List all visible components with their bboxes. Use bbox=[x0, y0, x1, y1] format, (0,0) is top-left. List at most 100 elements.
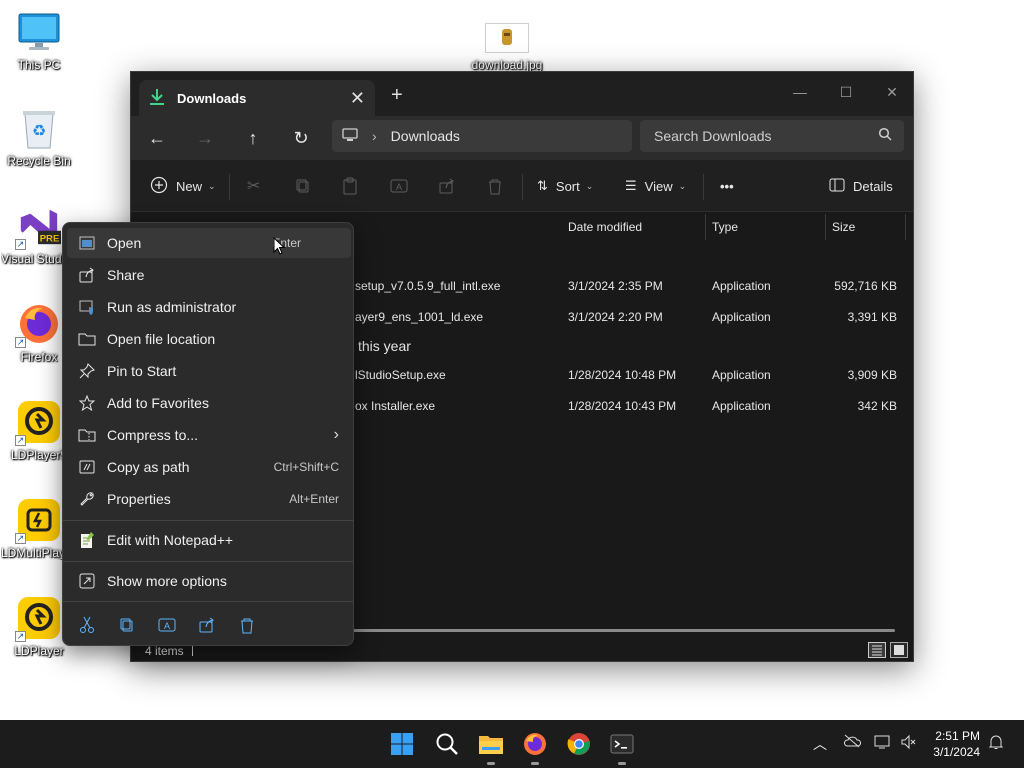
menu-item-properties[interactable]: Properties Alt+Enter bbox=[67, 484, 351, 514]
running-indicator bbox=[618, 762, 626, 765]
column-header-size[interactable]: Size bbox=[826, 214, 906, 240]
menu-item-add-to-favorites[interactable]: Add to Favorites bbox=[67, 388, 351, 418]
clock[interactable]: 2:51 PM 3/1/2024 bbox=[933, 728, 980, 760]
breadcrumb-location[interactable]: Downloads bbox=[391, 128, 460, 144]
new-button[interactable]: New ⌄ bbox=[150, 174, 216, 198]
new-tab-button[interactable]: + bbox=[391, 84, 403, 107]
firefox-icon: ↗ bbox=[15, 302, 61, 348]
menu-item-show-more-options[interactable]: Show more options bbox=[67, 566, 351, 596]
file-size: 342 KB bbox=[857, 399, 897, 413]
terminal-icon bbox=[610, 734, 634, 754]
search-input[interactable]: Search Downloads bbox=[654, 128, 772, 144]
maximize-button[interactable]: ☐ bbox=[823, 78, 869, 106]
rename-icon: A bbox=[390, 179, 408, 193]
tab-title: Downloads bbox=[177, 90, 247, 106]
menu-item-share[interactable]: Share bbox=[67, 260, 351, 290]
ldmultiplayer-icon: ↗ bbox=[15, 498, 61, 544]
cut-button[interactable]: ✂ bbox=[247, 174, 260, 198]
notification-bell-icon[interactable] bbox=[988, 734, 1004, 753]
desktop-file-download-jpg[interactable]: download.jpg bbox=[469, 22, 545, 72]
details-view-toggle[interactable] bbox=[868, 642, 886, 658]
file-type: Application bbox=[712, 368, 771, 382]
mouse-cursor-icon bbox=[273, 236, 286, 259]
menu-item-open[interactable]: Open Enter bbox=[67, 228, 351, 258]
menu-item-compress-to[interactable]: Compress to... › bbox=[67, 420, 351, 450]
onedrive-icon[interactable] bbox=[843, 734, 862, 751]
close-tab-icon[interactable]: ✕ bbox=[350, 88, 365, 109]
volume-muted-icon[interactable] bbox=[900, 734, 918, 753]
forward-button[interactable]: → bbox=[189, 124, 221, 152]
command-bar: New ⌄ ✂ A ⇅ Sort ⌄ ☰ View ⌄ ••• Details bbox=[131, 160, 913, 212]
paste-button[interactable] bbox=[342, 174, 358, 198]
back-button[interactable]: ← bbox=[141, 124, 173, 152]
group-header[interactable]: this year bbox=[358, 338, 411, 354]
quick-share-button[interactable] bbox=[195, 613, 219, 637]
network-icon[interactable] bbox=[874, 734, 892, 753]
close-window-button[interactable]: ✕ bbox=[869, 78, 915, 106]
file-type: Application bbox=[712, 279, 771, 293]
delete-button[interactable] bbox=[487, 174, 503, 198]
menu-separator bbox=[63, 561, 353, 562]
file-type: Application bbox=[712, 399, 771, 413]
file-name: lStudioSetup.exe bbox=[355, 368, 446, 382]
menu-separator bbox=[63, 601, 353, 602]
show-hidden-icons-chevron-icon[interactable]: ︿ bbox=[813, 734, 827, 754]
more-options-button[interactable]: ••• bbox=[720, 174, 734, 198]
share-button[interactable] bbox=[439, 174, 455, 198]
quick-cut-button[interactable] bbox=[75, 613, 99, 637]
wrench-icon bbox=[77, 489, 97, 509]
quick-delete-button[interactable] bbox=[235, 613, 259, 637]
tab-downloads[interactable]: Downloads ✕ bbox=[139, 80, 375, 116]
navigation-bar: ← → ↑ ↻ › Downloads Search Downloads bbox=[131, 116, 913, 160]
taskbar: ︿ 2:51 PM 3/1/2024 bbox=[0, 720, 1024, 768]
thumbnail-view-icon bbox=[894, 645, 904, 655]
taskbar-search-button[interactable] bbox=[431, 728, 463, 760]
horizontal-scrollbar[interactable] bbox=[351, 629, 895, 632]
file-name: ayer9_ens_1001_ld.exe bbox=[355, 310, 484, 324]
refresh-button[interactable]: ↻ bbox=[285, 124, 317, 152]
details-pane-button[interactable]: Details bbox=[829, 174, 893, 198]
copy-path-icon bbox=[77, 457, 97, 477]
file-date: 1/28/2024 10:43 PM bbox=[568, 399, 677, 413]
sort-button[interactable]: ⇅ Sort ⌄ bbox=[537, 174, 593, 198]
file-size: 592,716 KB bbox=[834, 279, 897, 293]
menu-item-label: Run as administrator bbox=[107, 299, 237, 315]
divider bbox=[229, 174, 230, 200]
menu-item-pin-to-start[interactable]: Pin to Start bbox=[67, 356, 351, 386]
minimize-button[interactable]: — bbox=[777, 78, 823, 106]
search-box[interactable]: Search Downloads bbox=[640, 120, 904, 152]
menu-item-open-file-location[interactable]: Open file location bbox=[67, 324, 351, 354]
archive-icon bbox=[77, 425, 97, 445]
menu-item-label: Compress to... bbox=[107, 427, 199, 443]
thumbnail-view-toggle[interactable] bbox=[890, 642, 908, 658]
desktop-icon-recycle-bin[interactable]: ♻ Recycle Bin bbox=[1, 106, 77, 168]
taskbar-file-explorer[interactable] bbox=[475, 728, 507, 765]
divider bbox=[522, 174, 523, 200]
column-header-type[interactable]: Type bbox=[706, 214, 826, 240]
title-bar[interactable]: Downloads ✕ + — ☐ ✕ bbox=[131, 72, 913, 116]
running-indicator bbox=[487, 762, 495, 765]
notepadpp-icon bbox=[77, 530, 97, 550]
menu-item-edit-with-notepadpp[interactable]: Edit with Notepad++ bbox=[67, 525, 351, 555]
details-label: Details bbox=[853, 178, 893, 194]
quick-rename-button[interactable]: A bbox=[155, 613, 179, 637]
taskbar-terminal[interactable] bbox=[606, 728, 638, 765]
menu-item-shortcut: Alt+Enter bbox=[289, 492, 339, 506]
taskbar-firefox[interactable] bbox=[519, 728, 551, 765]
rename-button[interactable]: A bbox=[390, 174, 408, 198]
start-button[interactable] bbox=[386, 728, 418, 760]
sort-label: Sort bbox=[555, 178, 580, 194]
column-header-date[interactable]: Date modified bbox=[562, 214, 706, 240]
menu-item-copy-as-path[interactable]: Copy as path Ctrl+Shift+C bbox=[67, 452, 351, 482]
copy-icon bbox=[296, 179, 309, 193]
copy-button[interactable] bbox=[295, 174, 311, 198]
taskbar-chrome[interactable] bbox=[563, 728, 595, 760]
breadcrumb-chevron-icon: › bbox=[372, 128, 377, 144]
desktop-icon-this-pc[interactable]: This PC bbox=[1, 10, 77, 72]
item-count: 4 items bbox=[145, 644, 184, 658]
up-button[interactable]: ↑ bbox=[237, 124, 269, 152]
view-button[interactable]: ☰ View ⌄ bbox=[625, 174, 686, 198]
quick-copy-button[interactable] bbox=[115, 613, 139, 637]
menu-item-run-as-admin[interactable]: Run as administrator bbox=[67, 292, 351, 322]
address-bar[interactable]: › Downloads bbox=[332, 120, 632, 152]
